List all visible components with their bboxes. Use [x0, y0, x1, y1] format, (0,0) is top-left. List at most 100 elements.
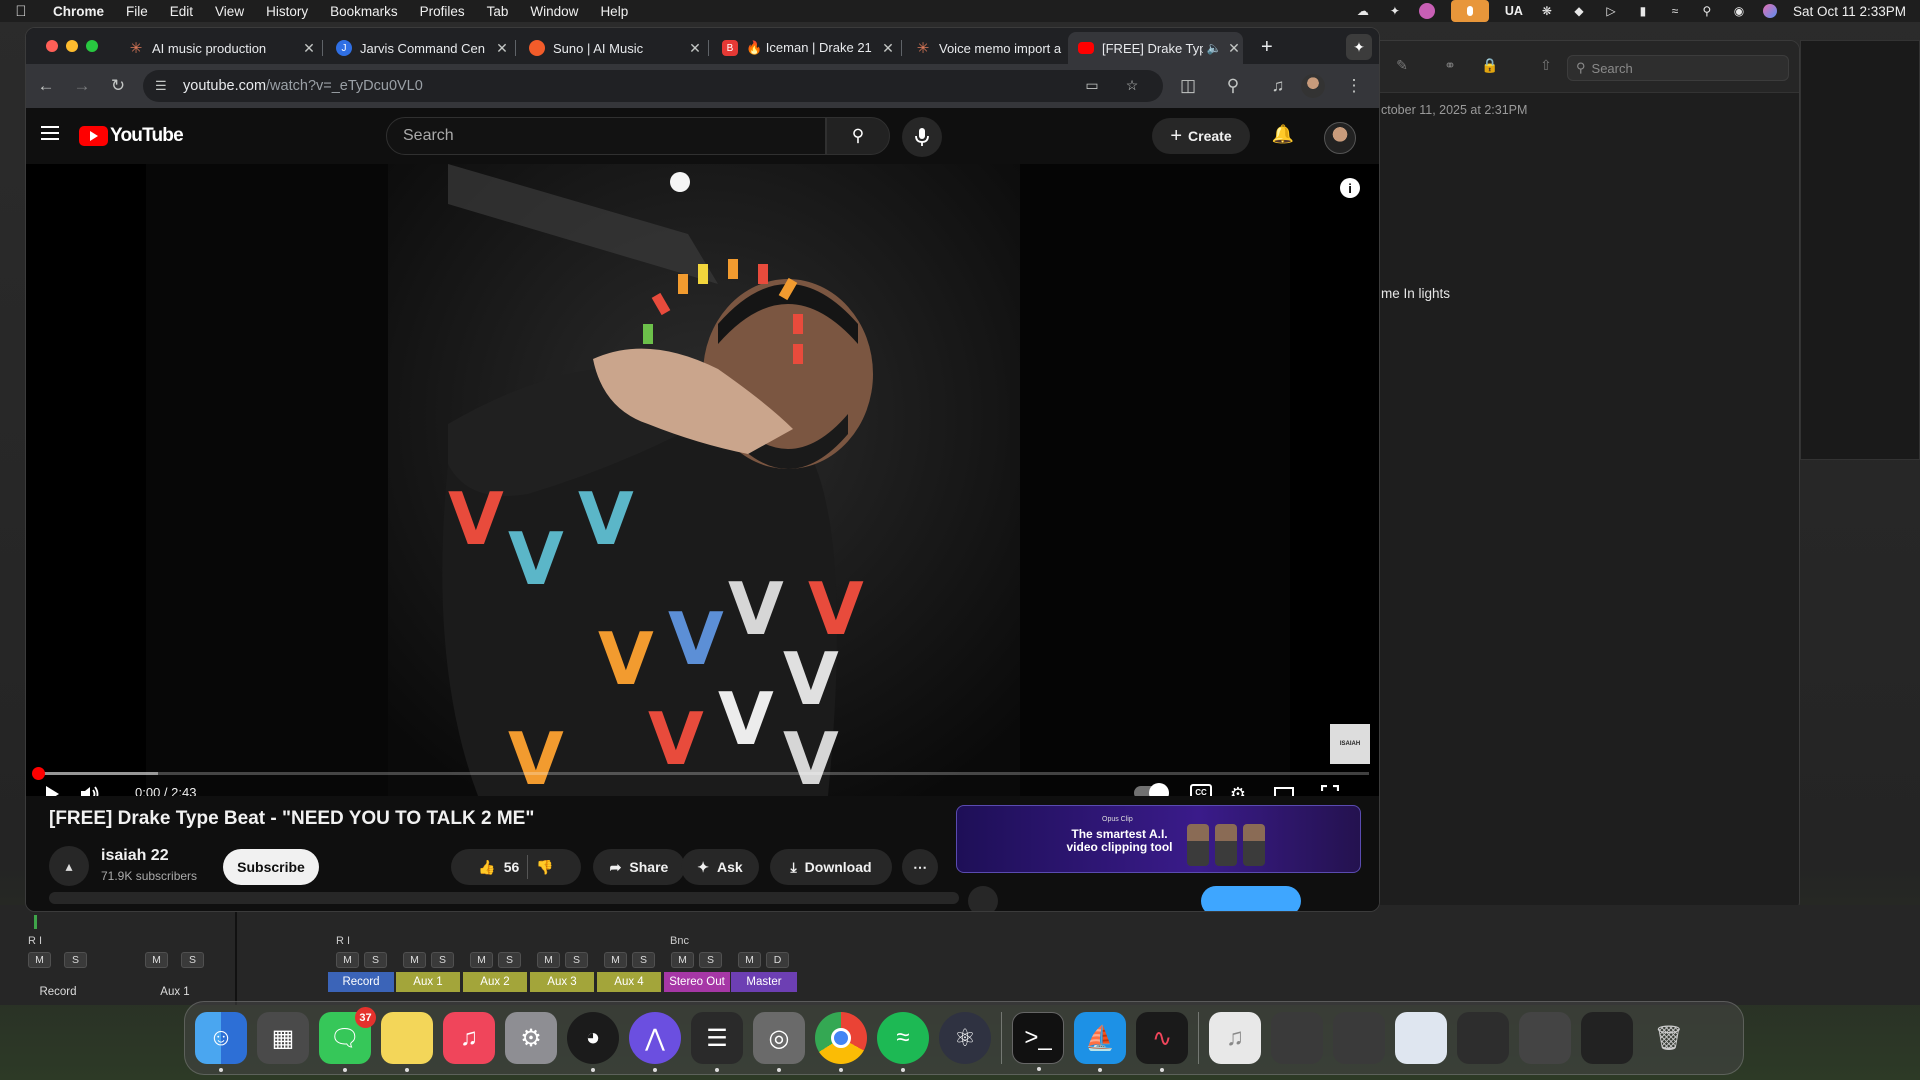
electron-icon[interactable]: ⚛ [939, 1012, 991, 1064]
mute-button[interactable]: M [145, 952, 168, 968]
menu-file[interactable]: File [115, 4, 159, 19]
subscribe-button[interactable]: Subscribe [223, 849, 319, 885]
notes-icon[interactable] [381, 1012, 433, 1072]
youtube-logo[interactable]: YouTube [79, 125, 184, 147]
cast-icon[interactable]: ▭ [1083, 77, 1101, 95]
launchpad-icon[interactable]: ▦ [257, 1012, 309, 1064]
menu-window[interactable]: Window [519, 4, 589, 19]
tab-suno[interactable]: Suno | AI Music ✕ [519, 32, 704, 64]
wifi-icon[interactable]: ≈ [1667, 4, 1683, 18]
logic-remote-icon[interactable]: ☰ [691, 1012, 743, 1072]
download-button[interactable]: ⤓ Download [770, 849, 892, 885]
chrome-menu-icon[interactable]: ⋮ [1342, 74, 1366, 98]
strip-label-record[interactable]: Record [328, 972, 394, 992]
trash-icon[interactable]: 🗑 [1643, 1012, 1695, 1064]
menu-tab[interactable]: Tab [476, 4, 520, 19]
captions-button[interactable]: CC [1190, 784, 1212, 796]
reload-icon[interactable]: ↻ [106, 74, 130, 98]
gemini-icon[interactable]: ✦ [1346, 34, 1372, 60]
control-center-icon[interactable]: ◉ [1731, 4, 1747, 18]
audio-routing-icon[interactable]: ◆ [1571, 4, 1587, 18]
tab-close-icon[interactable]: ✕ [1225, 40, 1243, 57]
tab-ai-music-production[interactable]: ✳ AI music production ✕ [118, 32, 318, 64]
scrubber-handle[interactable] [32, 767, 45, 780]
channel-watermark[interactable]: ISAIAH [1330, 724, 1370, 764]
keyboard-layout-indicator[interactable]: UA [1505, 4, 1523, 18]
notes-attach-icon[interactable]: ✎ [1393, 57, 1411, 75]
music-icon[interactable]: ♫ [443, 1012, 495, 1064]
theater-mode-icon[interactable] [1272, 782, 1296, 796]
menubar-clock[interactable]: Sat Oct 11 2:33PM [1793, 4, 1906, 19]
like-button[interactable]: 👍 56 [478, 859, 519, 876]
youtube-search-input[interactable]: Search [386, 117, 826, 155]
youtube-account-avatar[interactable] [1324, 122, 1356, 154]
tab-search-icon[interactable]: ⚲ [1221, 74, 1245, 98]
menu-profiles[interactable]: Profiles [409, 4, 476, 19]
finder-icon[interactable]: ☺ [195, 1012, 247, 1072]
solo-button[interactable]: S [364, 952, 387, 968]
tab-close-icon[interactable]: ✕ [879, 40, 897, 57]
dim-button[interactable]: D [766, 952, 789, 968]
weather-icon[interactable]: ☁ [1355, 4, 1371, 18]
sparkle-icon[interactable]: ✦ [1387, 4, 1403, 18]
bounce-label[interactable]: Bnc [670, 935, 689, 947]
system-settings-icon[interactable]: ⚙ [505, 1012, 557, 1064]
tab-close-icon[interactable]: ✕ [300, 40, 318, 57]
description-box[interactable] [49, 892, 959, 904]
notes-lock-icon[interactable]: 🔒 [1481, 57, 1499, 75]
solo-button[interactable]: S [699, 952, 722, 968]
tab-audio-icon[interactable]: 🔈 [1203, 41, 1225, 55]
minimized-window-thumbnail[interactable] [1457, 1012, 1509, 1064]
now-playing-icon[interactable]: ▷ [1603, 4, 1619, 18]
tab-iceman-drake[interactable]: B 🔥 Iceman | Drake 21 ✕ [712, 32, 897, 64]
solo-button[interactable]: S [632, 952, 655, 968]
guide-menu-icon[interactable] [41, 126, 59, 144]
spotify-icon[interactable]: ≈ [877, 1012, 929, 1072]
tab-youtube-active[interactable]: [FREE] Drake Typ 🔈 ✕ [1068, 32, 1243, 64]
autoplay-toggle[interactable] [1134, 783, 1169, 796]
menu-app-name[interactable]: Chrome [42, 4, 115, 19]
ad-cta-button[interactable] [1201, 886, 1301, 911]
tab-voice-memo-import[interactable]: ✳ Voice memo import a ✕ [905, 32, 1090, 64]
strip-label-aux-4[interactable]: Aux 4 [597, 972, 661, 992]
mute-button[interactable]: M [336, 952, 359, 968]
app-status-icon[interactable] [1418, 3, 1435, 19]
messages-icon[interactable]: 🗨 37 [319, 1007, 376, 1072]
sponsored-ad-banner[interactable]: Opus Clip The smartest A.I. video clippi… [956, 805, 1361, 873]
address-bar[interactable]: ☰ youtube.com/watch?v=_eTyDcu0VL0 ▭ ☆ [143, 70, 1163, 102]
menu-help[interactable]: Help [589, 4, 639, 19]
mute-button[interactable]: M [671, 952, 694, 968]
menu-view[interactable]: View [204, 4, 255, 19]
channel-avatar[interactable]: ▴ [49, 846, 89, 886]
notes-text-line[interactable]: me In lights [1381, 286, 1450, 301]
menu-edit[interactable]: Edit [159, 4, 204, 19]
apple-menu-icon[interactable]:  [0, 3, 42, 20]
dislike-button[interactable]: 👎 [536, 859, 553, 876]
share-button[interactable]: ➦ Share [593, 849, 685, 885]
video-player[interactable]: V V V V V V V V V V V V i ISAIAH 0:00 / … [26, 164, 1379, 796]
microphone-in-use-icon[interactable] [1450, 0, 1489, 22]
mute-button[interactable]: M [604, 952, 627, 968]
more-actions-button[interactable]: ⋯ [902, 849, 938, 885]
minimize-window-button[interactable] [66, 40, 78, 52]
voice-search-button[interactable] [902, 117, 942, 157]
tab-close-icon[interactable]: ✕ [493, 40, 511, 57]
tab-jarvis-command-center[interactable]: J Jarvis Command Cen ✕ [326, 32, 511, 64]
solo-button[interactable]: S [431, 952, 454, 968]
menu-history[interactable]: History [255, 4, 319, 19]
profile-avatar[interactable] [1301, 74, 1325, 98]
solo-button[interactable]: S [181, 952, 204, 968]
video-frame[interactable]: V V V V V V V V V V V V [388, 164, 1020, 796]
minimized-window-thumbnail[interactable] [1395, 1012, 1447, 1064]
compressor-icon[interactable]: ◎ [753, 1012, 805, 1072]
site-info-icon[interactable]: ☰ [155, 78, 173, 94]
mute-button[interactable]: M [403, 952, 426, 968]
fullscreen-icon[interactable] [1318, 782, 1342, 796]
openai-icon[interactable]: ❋ [1539, 4, 1555, 18]
close-window-button[interactable] [46, 40, 58, 52]
notes-collab-icon[interactable]: ⚭ [1441, 57, 1459, 75]
progress-bar[interactable] [32, 767, 1369, 780]
notes-search-input[interactable]: ⚲ Search [1567, 55, 1789, 81]
volume-button[interactable] [78, 782, 102, 796]
ask-button[interactable]: ✦ Ask [681, 849, 759, 885]
